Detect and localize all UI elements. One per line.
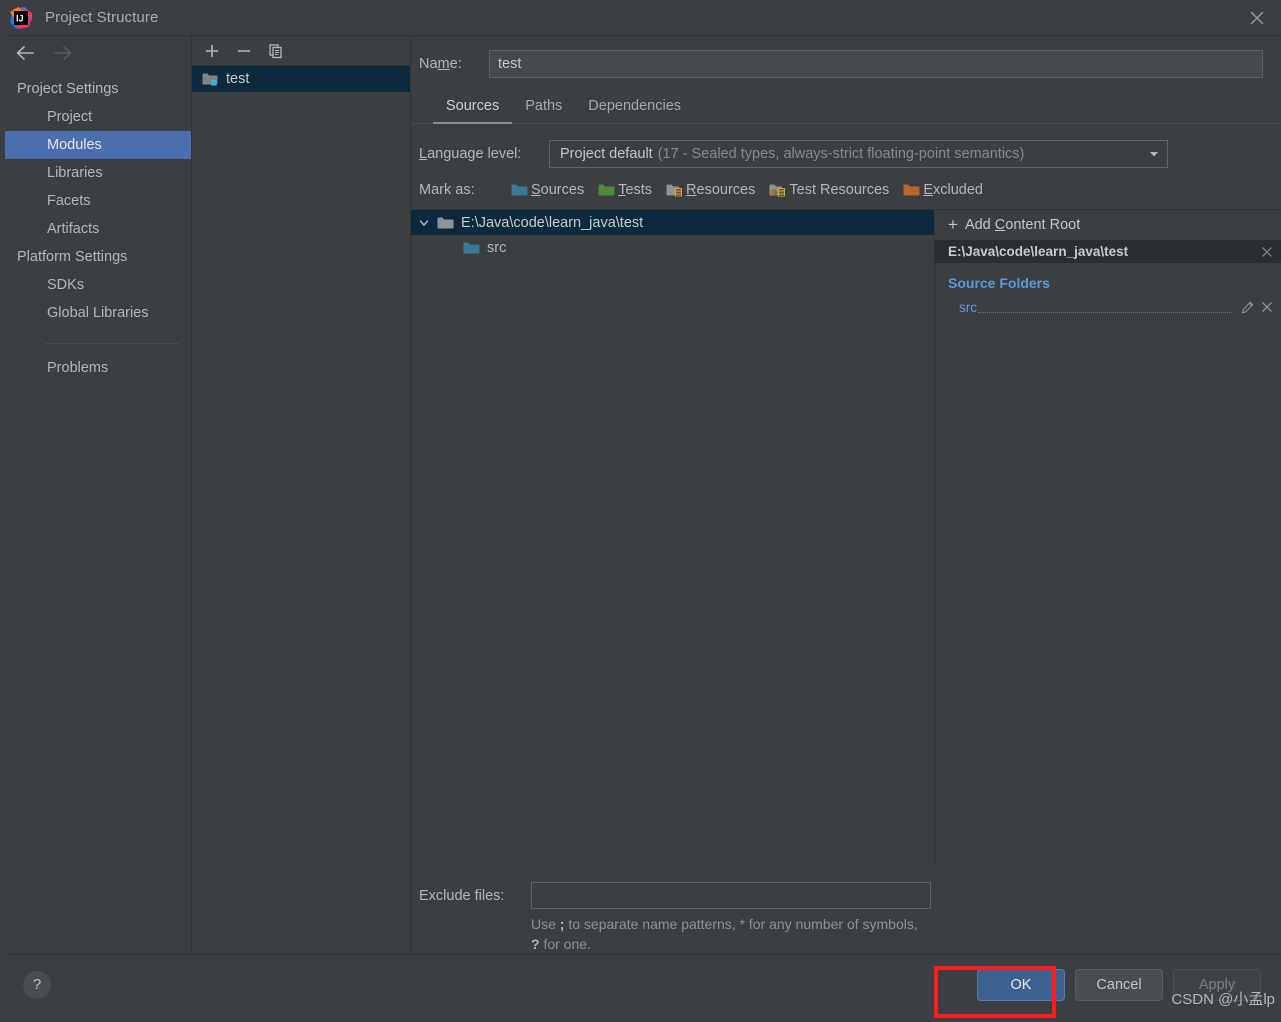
svg-text:IJ: IJ xyxy=(16,13,24,23)
module-name-label: test xyxy=(226,71,250,87)
chevron-down-icon[interactable] xyxy=(411,217,437,229)
mark-as-label: Mark as: xyxy=(419,182,475,198)
sidebar-item-sdks[interactable]: SDKs xyxy=(5,271,191,299)
source-folder-name: src xyxy=(959,299,977,315)
mark-as-resources-button[interactable]: Resources xyxy=(666,182,755,198)
sidebar-group-platform-settings: Platform Settings xyxy=(17,249,128,265)
dialog-footer: ? OK Cancel Apply xyxy=(5,954,1281,1014)
close-icon[interactable] xyxy=(1261,301,1273,313)
content-root-tree: E:\Java\code\learn_java\test src xyxy=(411,209,935,866)
tree-row-content-root[interactable]: E:\Java\code\learn_java\test xyxy=(411,210,934,235)
exclude-files-label: Exclude files: xyxy=(419,887,505,904)
module-tabs: Sources Paths Dependencies xyxy=(411,92,1281,124)
content-root-header: E:\Java\code\learn_java\test xyxy=(935,240,1281,263)
copy-module-icon[interactable] xyxy=(268,43,284,59)
sidebar-item-global-libraries[interactable]: Global Libraries xyxy=(5,299,191,327)
help-button[interactable]: ? xyxy=(23,970,51,999)
sidebar-item-artifacts[interactable]: Artifacts xyxy=(5,215,191,243)
tab-paths[interactable]: Paths xyxy=(512,92,575,124)
plus-icon: + xyxy=(948,215,958,234)
tree-row-src[interactable]: src xyxy=(411,235,934,260)
arrow-right-icon[interactable] xyxy=(53,45,73,61)
remove-module-button[interactable] xyxy=(236,43,252,59)
mark-as-test-resources-label: Test Resources xyxy=(789,182,890,198)
module-editor-panel: Name: Sources Paths Dependencies Languag… xyxy=(411,36,1281,954)
module-name-label: Name: xyxy=(419,56,462,72)
module-list-item-test[interactable]: test xyxy=(192,66,410,92)
module-folder-icon xyxy=(202,72,218,86)
mark-as-row: Mark as: Sources Tests Resources Test Re… xyxy=(411,168,1281,198)
folder-sources-icon xyxy=(463,241,480,255)
mark-as-sources-label: Sources xyxy=(531,182,585,198)
footer-buttons: OK Cancel Apply xyxy=(977,968,1261,1001)
mark-as-resources-label: Resources xyxy=(686,182,756,198)
exclude-files-input[interactable] xyxy=(531,882,931,909)
source-folders-title: Source Folders xyxy=(948,275,1050,291)
language-level-select[interactable]: Project default (17 - Sealed types, alwa… xyxy=(549,140,1168,168)
exclude-files-row: Exclude files: xyxy=(411,882,1281,909)
sources-content-area: E:\Java\code\learn_java\test src + Add C… xyxy=(411,209,1281,866)
folder-test-resources-icon xyxy=(769,183,786,197)
cancel-button[interactable]: Cancel xyxy=(1075,968,1163,1001)
sidebar-nav-list: Project Settings Project Modules Librari… xyxy=(5,70,191,382)
language-level-row: Language level: Project default (17 - Se… xyxy=(411,124,1281,168)
dialog-body: Project Settings Project Modules Librari… xyxy=(5,36,1281,954)
exclude-hint-semicolon: ; xyxy=(559,916,565,932)
tree-row-label: src xyxy=(487,239,507,256)
module-name-input[interactable] xyxy=(489,50,1263,78)
arrow-left-icon[interactable] xyxy=(15,45,35,61)
mark-as-sources-button[interactable]: Sources xyxy=(511,182,584,198)
source-folder-entry-src[interactable]: src xyxy=(948,297,1281,317)
ok-button[interactable]: OK xyxy=(977,968,1065,1001)
mark-as-test-resources-button[interactable]: Test Resources xyxy=(769,182,889,198)
project-structure-dialog: IJ Project Structure Project Settings Pr… xyxy=(5,0,1281,1014)
sidebar-divider xyxy=(45,343,179,344)
apply-button[interactable]: Apply xyxy=(1173,968,1261,1001)
content-root-path: E:\Java\code\learn_java\test xyxy=(948,244,1129,259)
mark-as-excluded-label: Excluded xyxy=(923,182,983,198)
close-icon[interactable] xyxy=(1233,0,1281,36)
tab-sources[interactable]: Sources xyxy=(433,92,513,124)
folder-excluded-icon xyxy=(903,183,920,197)
add-content-root-label: Add Content Root xyxy=(964,217,1081,233)
tab-dependencies[interactable]: Dependencies xyxy=(575,92,694,124)
sidebar-item-facets[interactable]: Facets xyxy=(5,187,191,215)
settings-sidebar: Project Settings Project Modules Librari… xyxy=(5,36,192,954)
language-level-label: Language level: xyxy=(419,146,522,162)
leader-dots xyxy=(978,312,1232,313)
chevron-down-icon xyxy=(1147,147,1161,161)
modules-toolbar xyxy=(192,36,410,66)
dialog-title: Project Structure xyxy=(45,9,159,26)
exclude-files-hint: Use ; to separate name patterns, * for a… xyxy=(531,916,918,952)
add-content-root-button[interactable]: + Add Content Root xyxy=(935,210,1281,240)
content-root-sections: Source Folders src xyxy=(935,263,1281,317)
sidebar-group-project-settings: Project Settings xyxy=(17,81,119,97)
tree-row-label: E:\Java\code\learn_java\test xyxy=(461,214,644,231)
folder-sources-icon xyxy=(511,183,528,197)
sidebar-nav-arrows xyxy=(5,36,191,70)
sidebar-item-project[interactable]: Project xyxy=(5,103,191,131)
sidebar-item-libraries[interactable]: Libraries xyxy=(5,159,191,187)
intellij-idea-icon: IJ xyxy=(10,6,32,29)
folder-tests-icon xyxy=(598,183,615,197)
language-level-value: Project default xyxy=(560,146,653,162)
mark-as-tests-label: Tests xyxy=(618,182,653,198)
pencil-icon[interactable] xyxy=(1241,301,1254,314)
content-roots-panel: + Add Content Root E:\Java\code\learn_ja… xyxy=(935,209,1281,866)
close-icon[interactable] xyxy=(1261,246,1273,258)
mark-as-tests-button[interactable]: Tests xyxy=(598,182,652,198)
sidebar-item-modules[interactable]: Modules xyxy=(5,131,191,159)
exclude-hint-question: ? xyxy=(531,936,540,952)
screen: IJ Project Structure Project Settings Pr… xyxy=(0,0,1281,1022)
dialog-titlebar: IJ Project Structure xyxy=(5,0,1281,36)
mark-as-excluded-button[interactable]: Excluded xyxy=(903,182,983,198)
sidebar-item-problems[interactable]: Problems xyxy=(5,354,191,382)
folder-resources-icon xyxy=(666,183,683,197)
language-level-hint: (17 - Sealed types, always-strict floati… xyxy=(657,146,1025,162)
add-module-button[interactable] xyxy=(204,43,220,59)
folder-icon xyxy=(437,216,454,230)
modules-panel: test xyxy=(192,36,411,954)
module-name-row: Name: xyxy=(411,36,1281,78)
modules-list: test xyxy=(192,66,410,954)
